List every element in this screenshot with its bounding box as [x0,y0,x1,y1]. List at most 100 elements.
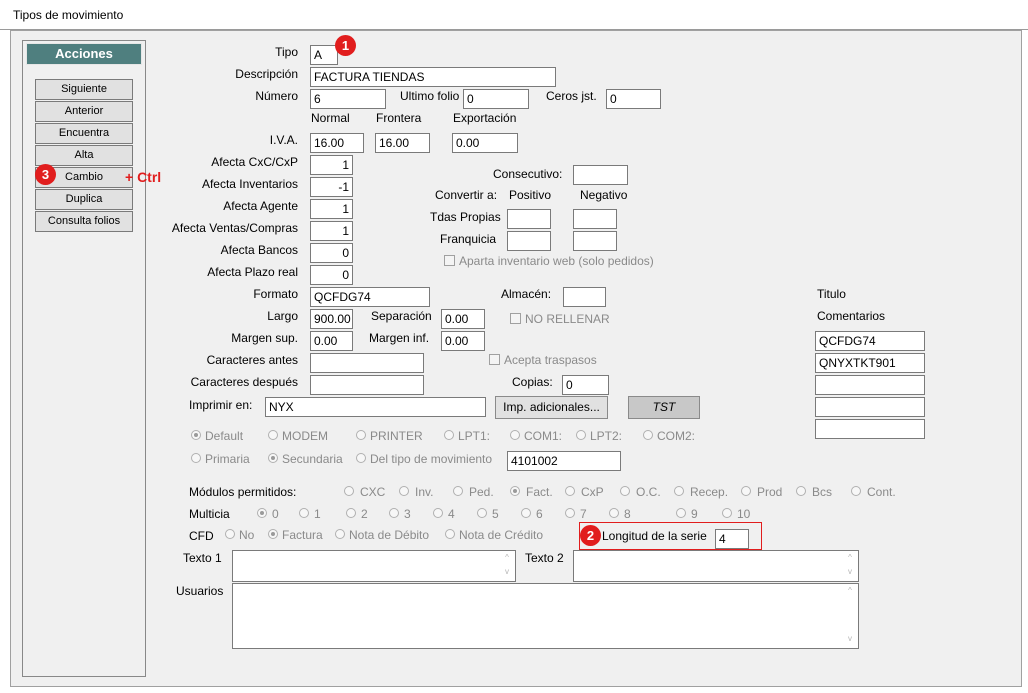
ceros-jst-input[interactable]: 0 [606,89,661,109]
texto2-textarea[interactable]: ^ v [573,550,859,582]
modulo-cxc-radio[interactable] [344,486,354,496]
modem-radio[interactable] [268,430,278,440]
multicia-2-radio[interactable] [346,508,356,518]
usuarios-scrollbar[interactable]: ^ v [842,584,858,648]
tdas-positivo-input[interactable] [507,209,551,229]
longitud-input[interactable]: 4 [715,529,749,549]
modulo-cont-label: Cont. [867,485,896,499]
tdas-negativo-input[interactable] [573,209,617,229]
modulo-recep-label: Recep. [690,485,729,499]
anterior-button[interactable]: Anterior [35,101,133,122]
lpt1-radio[interactable] [444,430,454,440]
comentario-input-4[interactable] [815,397,925,417]
afecta-cxc-input[interactable]: 1 [310,155,353,175]
multicia-1-radio[interactable] [299,508,309,518]
largo-input[interactable]: 900.00 [310,309,353,329]
formato-input[interactable]: QCFDG74 [310,287,430,307]
afecta-bancos-input[interactable]: 0 [310,243,353,263]
texto2-scrollbar[interactable]: ^ v [842,551,858,581]
com2-radio[interactable] [643,430,653,440]
encuentra-button[interactable]: Encuentra [35,123,133,144]
tipo-mov-radio[interactable] [356,453,366,463]
tst-button[interactable]: TST [628,396,700,419]
modulo-cxc-label: CXC [360,485,386,499]
modulo-bcs-radio[interactable] [796,486,806,496]
cfd-factura-radio[interactable] [268,529,278,539]
consecutivo-input[interactable] [573,165,628,185]
afecta-plazo-input[interactable]: 0 [310,265,353,285]
descripcion-input[interactable]: FACTURA TIENDAS [310,67,556,87]
modulo-prod-radio[interactable] [741,486,751,496]
imprimir-input[interactable]: NYX [265,397,486,417]
comentario-input-1[interactable]: QCFDG74 [815,331,925,351]
alta-button[interactable]: Alta [35,145,133,166]
afecta-agente-input[interactable]: 1 [310,199,353,219]
iva-col-exportacion: Exportación [453,111,517,125]
aparta-label: Aparta inventario web (solo pedidos) [459,254,654,268]
secundaria-radio[interactable] [268,453,278,463]
modulo-inv-radio[interactable] [399,486,409,496]
copias-input[interactable]: 0 [562,375,609,395]
car-antes-input[interactable] [310,353,424,373]
afecta-inventarios-input[interactable]: -1 [310,177,353,197]
no-rellenar-checkbox[interactable] [510,313,521,324]
modulo-ped-radio[interactable] [453,486,463,496]
margen-sup-input[interactable]: 0.00 [310,331,353,351]
separacion-input[interactable]: 0.00 [441,309,485,329]
texto1-textarea[interactable]: ^ v [232,550,516,582]
franquicia-label: Franquicia [440,232,497,246]
cfd-no-radio[interactable] [225,529,235,539]
modulo-oc-radio[interactable] [620,486,630,496]
cfd-debito-radio[interactable] [335,529,345,539]
comentario-input-2[interactable]: QNYXTKT901 [815,353,925,373]
numero-label: Número [255,89,298,103]
almacen-input[interactable] [563,287,606,307]
printer-radio[interactable] [356,430,366,440]
multicia-5-radio[interactable] [477,508,487,518]
com1-radio[interactable] [510,430,520,440]
default-radio[interactable] [191,430,201,440]
multicia-6-radio[interactable] [521,508,531,518]
iva-frontera-input[interactable]: 16.00 [375,133,430,153]
modulo-recep-radio[interactable] [674,486,684,496]
comentario-input-3[interactable] [815,375,925,395]
duplica-button[interactable]: Duplica [35,189,133,210]
iva-normal-input[interactable]: 16.00 [310,133,364,153]
primaria-radio[interactable] [191,453,201,463]
modulo-fact-radio[interactable] [510,486,520,496]
multicia-4-radio[interactable] [433,508,443,518]
modulo-cxp-radio[interactable] [565,486,575,496]
multicia-0-radio[interactable] [257,508,267,518]
comentario-input-5[interactable] [815,419,925,439]
acepta-traspasos-checkbox[interactable] [489,354,500,365]
aparta-checkbox[interactable] [444,255,455,266]
car-despues-input[interactable] [310,375,424,395]
franquicia-negativo-input[interactable] [573,231,617,251]
lpt2-radio[interactable] [576,430,586,440]
afecta-ventas-input[interactable]: 1 [310,221,353,241]
iva-exportacion-input[interactable]: 0.00 [452,133,518,153]
tipo-mov-input[interactable]: 4101002 [507,451,621,471]
modulo-bcs-label: Bcs [812,485,833,499]
siguiente-button[interactable]: Siguiente [35,79,133,100]
multicia-7-radio[interactable] [565,508,575,518]
texto1-scrollbar[interactable]: ^ v [499,551,515,581]
multicia-8-radio[interactable] [609,508,619,518]
imp-adicionales-button[interactable]: Imp. adicionales... [495,396,608,419]
franquicia-positivo-input[interactable] [507,231,551,251]
modulo-cont-radio[interactable] [851,486,861,496]
margen-inf-input[interactable]: 0.00 [441,331,485,351]
usuarios-textarea[interactable]: ^ v [232,583,859,649]
cfd-no-label: No [239,528,255,542]
numero-input[interactable]: 6 [310,89,386,109]
ultimo-folio-input[interactable]: 0 [463,89,529,109]
consulta-folios-button[interactable]: Consulta folios [35,211,133,232]
modulos-label: Módulos permitidos: [189,485,297,499]
multicia-10-radio[interactable] [722,508,732,518]
acepta-traspasos-label: Acepta traspasos [504,353,597,367]
multicia-3-radio[interactable] [389,508,399,518]
tipo-input[interactable]: A [310,45,338,65]
multicia-9-radio[interactable] [676,508,686,518]
formato-label: Formato [253,287,298,301]
cfd-credito-radio[interactable] [445,529,455,539]
